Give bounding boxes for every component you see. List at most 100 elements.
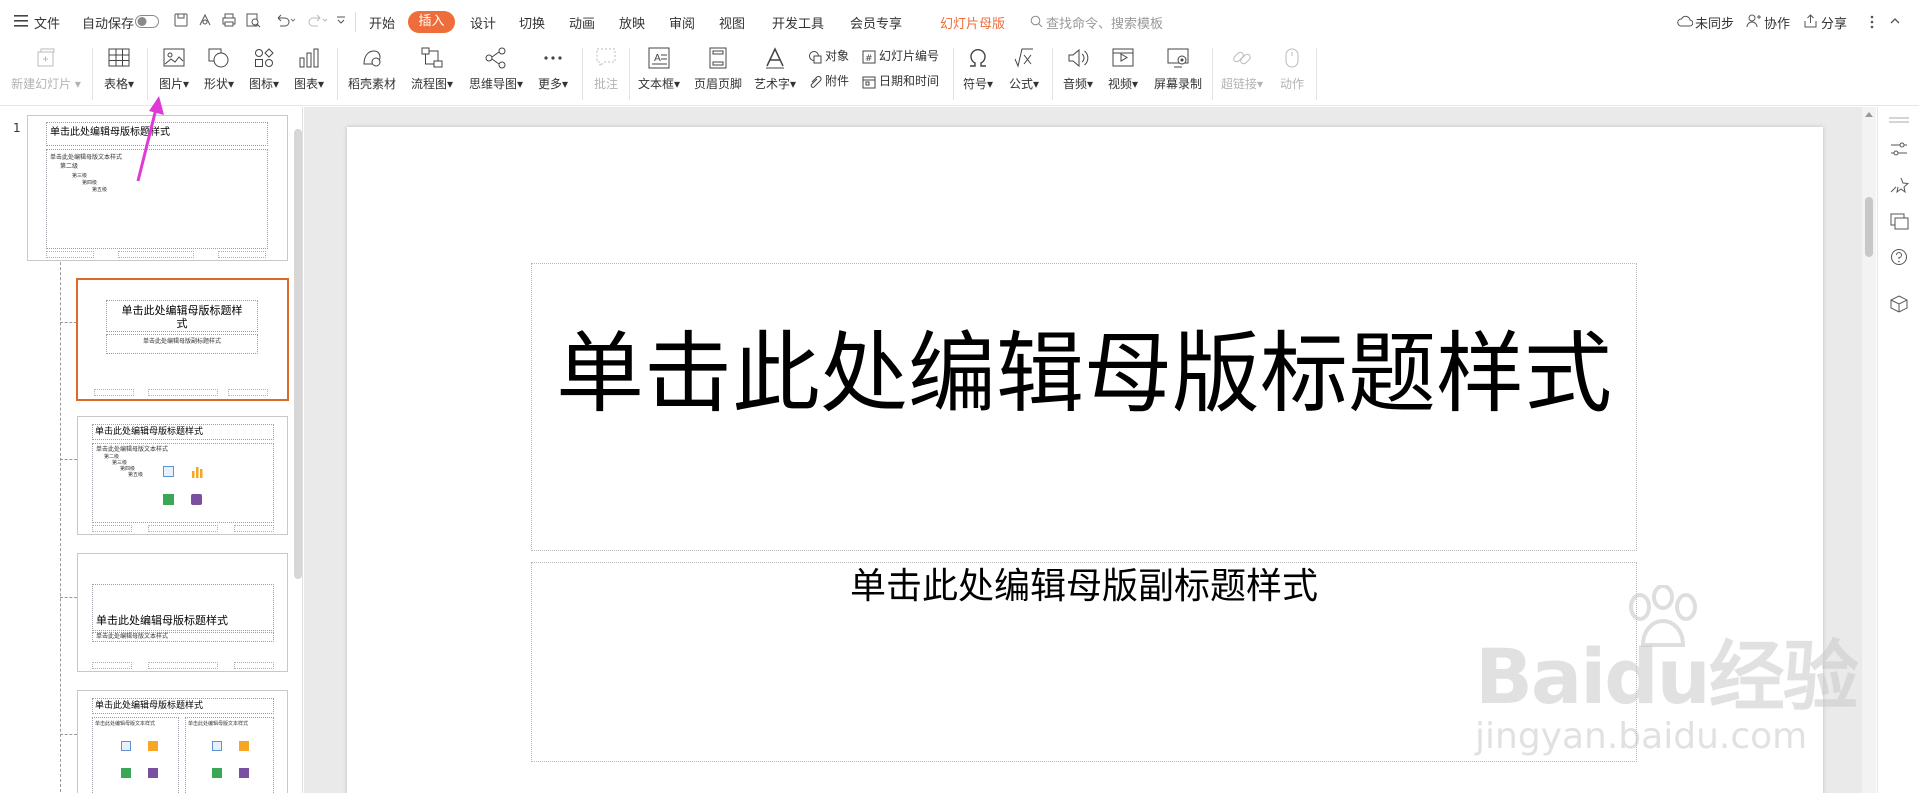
screen-record-button[interactable]: 屏幕录制 [1150, 44, 1206, 91]
placeholder-video-icon [148, 768, 158, 778]
thumbnail-scrollbar[interactable] [294, 129, 302, 579]
assets-icon [360, 46, 384, 70]
collapse-ribbon-icon[interactable] [1889, 15, 1901, 27]
formula-button[interactable]: 公式▾ [1004, 44, 1044, 91]
flowchart-button[interactable]: 流程图▾ [406, 44, 458, 91]
canvas-scroll-thumb[interactable] [1865, 197, 1873, 257]
icon-library-button[interactable]: 图标▾ [244, 44, 284, 91]
more-button[interactable]: 更多▾ [533, 44, 573, 91]
picture-icon [162, 46, 186, 70]
help-icon[interactable] [1889, 248, 1909, 266]
tab-slide-master[interactable]: 幻灯片母版 [940, 13, 1005, 32]
hyperlink-button[interactable]: 超链接▾ [1218, 44, 1266, 91]
undo-icon[interactable] [274, 12, 296, 28]
thumb-title: 单击此处编辑母版标题样式 [95, 427, 204, 437]
tab-view[interactable]: 视图 [719, 13, 745, 32]
slide-title[interactable]: 单击此处编辑母版标题样式 [532, 322, 1636, 426]
sync-status[interactable]: 未同步 [1695, 13, 1734, 32]
audio-button[interactable]: 音频▾ [1058, 44, 1098, 91]
video-button[interactable]: 视频▾ [1103, 44, 1143, 91]
scroll-up-icon[interactable] [1865, 111, 1873, 117]
slide-number: 1 [13, 121, 21, 135]
tab-home[interactable]: 开始 [369, 13, 395, 32]
placeholder-table-icon [163, 494, 174, 505]
redo-icon[interactable] [306, 12, 328, 28]
canvas-scrollbar[interactable] [1862, 107, 1876, 793]
slide-number-button[interactable]: # 幻灯片编号 [862, 47, 939, 65]
slide-master-layout[interactable]: 单击此处编辑母版标题样式 单击此处编辑母版副标题样式 [347, 127, 1823, 793]
collaborate-button[interactable]: 协作 [1764, 13, 1790, 32]
tab-design[interactable]: 设计 [470, 13, 496, 32]
share-icon[interactable] [1803, 14, 1818, 28]
file-menu[interactable]: 文件 [34, 13, 60, 32]
share-button[interactable]: 分享 [1821, 13, 1847, 32]
tab-member[interactable]: 会员专享 [850, 13, 902, 32]
menu-bar: 文件 自动保存 开始 插入 设计 切换 动画 放映 审阅 视图 开发工具 会员专… [0, 0, 1919, 44]
slide-subtitle[interactable]: 单击此处编辑母版副标题样式 [532, 565, 1636, 609]
thumb-title: 单击此处编辑母版标题样式 [96, 614, 228, 627]
symbol-button[interactable]: 符号▾ [958, 44, 998, 91]
tab-transitions[interactable]: 切换 [519, 13, 545, 32]
annotation-arrow [128, 93, 168, 188]
title-placeholder[interactable]: 单击此处编辑母版标题样式 [531, 263, 1637, 551]
section-layout-thumbnail[interactable]: 单击此处编辑母版标题样式 单击此处编辑母版文本样式 [77, 553, 288, 672]
two-content-layout-thumbnail[interactable]: 单击此处编辑母版标题样式 单击此处编辑母版文本样式 单击此处编辑母版文本样式 [77, 690, 288, 793]
svg-text:A: A [654, 53, 661, 64]
action-label: 动作 [1279, 77, 1304, 91]
calendar-icon [862, 76, 876, 88]
icons-grid-icon [252, 46, 276, 70]
subtitle-placeholder[interactable]: 单击此处编辑母版副标题样式 [531, 562, 1637, 762]
print-preview-icon[interactable] [245, 12, 261, 28]
quick-access-dropdown-icon[interactable] [336, 12, 346, 28]
tab-animation[interactable]: 动画 [569, 13, 595, 32]
new-slide-button[interactable]: 新建幻灯片 ▾ [8, 44, 84, 91]
thumb-text-left: 单击此处编辑母版文本样式 [95, 721, 156, 727]
command-search-input[interactable]: 查找命令、搜索模板 [1046, 13, 1163, 32]
more-options-icon[interactable] [1870, 15, 1874, 29]
thumb-level5: 第五级 [128, 472, 144, 478]
3d-box-icon[interactable] [1889, 295, 1909, 313]
panel-handle-icon[interactable] [1889, 116, 1909, 124]
slide-transition-icon[interactable] [1889, 212, 1909, 230]
symbol-label: 符号 [962, 77, 987, 91]
title-layout-thumbnail[interactable]: 单击此处编辑母版标题样 式 单击此处编辑母版副标题样式 [76, 278, 289, 401]
object-label: 对象 [825, 49, 850, 63]
autosave-toggle[interactable] [135, 15, 159, 28]
animation-star-icon[interactable] [1889, 176, 1909, 194]
screen-record-label: 屏幕录制 [1153, 77, 1202, 91]
more-dots-icon [541, 46, 565, 70]
action-button[interactable]: 动作 [1272, 44, 1312, 91]
collaborate-icon[interactable] [1746, 14, 1761, 28]
table-button[interactable]: 表格▾ [99, 44, 139, 91]
daoke-assets-button[interactable]: 稻壳素材 [344, 44, 400, 91]
print-icon[interactable] [221, 12, 237, 28]
svg-text:#: # [865, 54, 873, 64]
picture-button[interactable]: 图片▾ [154, 44, 194, 91]
flowchart-icon [420, 46, 444, 70]
placeholder-picture-icon [121, 741, 131, 751]
hamburger-menu-icon[interactable] [14, 15, 28, 27]
save-icon[interactable] [173, 12, 189, 28]
tab-insert[interactable]: 插入 [408, 11, 455, 33]
tab-developer[interactable]: 开发工具 [772, 13, 824, 32]
placeholder-table-icon [212, 768, 222, 778]
placeholder-picture-icon [212, 741, 222, 751]
datetime-button[interactable]: 日期和时间 [862, 72, 939, 90]
thumb-title: 单击此处编辑母版标题样 式 [121, 304, 243, 330]
mindmap-button[interactable]: 思维导图▾ [466, 44, 526, 91]
comment-button[interactable]: 批注 [588, 44, 624, 91]
chart-button[interactable]: 图表▾ [289, 44, 329, 91]
tab-slideshow[interactable]: 放映 [619, 13, 645, 32]
attachment-button[interactable]: 附件 [808, 72, 849, 90]
textbox-button[interactable]: A 文本框▾ [634, 44, 684, 91]
properties-sliders-icon[interactable] [1889, 140, 1909, 158]
wordart-button[interactable]: 艺术字▾ [750, 44, 800, 91]
object-button[interactable]: 对象 [808, 47, 849, 65]
header-footer-button[interactable]: 页眉页脚 [690, 44, 746, 91]
shape-button[interactable]: 形状▾ [199, 44, 239, 91]
output-icon[interactable] [197, 12, 213, 28]
content-layout-thumbnail[interactable]: 单击此处编辑母版标题样式 单击此处编辑母版文本样式 第二级 第三级 第四级 第五… [77, 416, 288, 535]
tab-review[interactable]: 审阅 [669, 13, 695, 32]
formula-label: 公式 [1008, 77, 1033, 91]
cloud-sync-icon[interactable] [1677, 14, 1693, 28]
